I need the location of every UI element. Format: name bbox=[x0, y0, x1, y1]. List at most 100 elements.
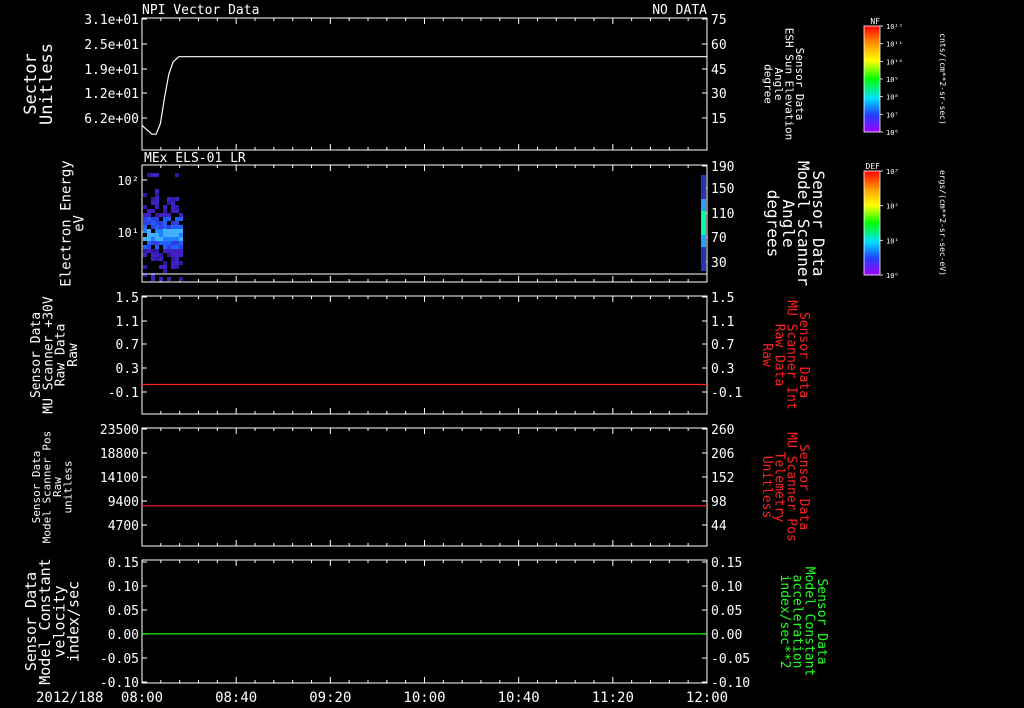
left-tick-label: 10¹ bbox=[117, 226, 139, 240]
left-tick-label: 0.10 bbox=[108, 580, 139, 595]
right-axis-label-line: degree bbox=[761, 64, 774, 104]
left-tick-label: 1.5 bbox=[116, 291, 139, 306]
heatmap-cell bbox=[155, 193, 159, 197]
heatmap-cell bbox=[179, 261, 183, 265]
heatmap-cell bbox=[155, 221, 159, 225]
heatmap-cell bbox=[701, 195, 706, 199]
heatmap-cell bbox=[163, 205, 167, 209]
heatmap-cell bbox=[179, 233, 183, 237]
heatmap-cell bbox=[155, 225, 159, 229]
right-axis-label-line: index/sec**2 bbox=[777, 575, 792, 669]
heatmap-cell bbox=[701, 183, 706, 187]
heatmap-cell bbox=[151, 257, 155, 261]
heatmap-cell bbox=[147, 229, 151, 233]
heatmap-cell bbox=[171, 245, 175, 249]
heatmap-cell bbox=[159, 213, 163, 217]
heatmap-cell bbox=[167, 201, 171, 205]
heatmap-cell bbox=[175, 241, 179, 245]
heatmap-cell bbox=[155, 229, 159, 233]
right-tick-label: 260 bbox=[711, 423, 734, 438]
right-tick-label: 1.1 bbox=[711, 315, 734, 330]
heatmap-cell bbox=[151, 233, 155, 237]
heatmap-cell bbox=[155, 241, 159, 245]
heatmap-cell bbox=[175, 237, 179, 241]
heatmap-cell bbox=[167, 245, 171, 249]
heatmap-cell bbox=[163, 217, 167, 221]
heatmap-cell bbox=[179, 249, 183, 253]
header-right-status: NO DATA bbox=[652, 3, 707, 18]
right-tick-label: 30 bbox=[711, 256, 727, 271]
panel-title: MEx ELS-01 LR bbox=[144, 151, 246, 166]
heatmap-cell bbox=[143, 225, 147, 229]
left-tick-label: 9400 bbox=[108, 495, 139, 510]
right-tick-label: 44 bbox=[711, 519, 727, 534]
right-tick-label: 0.15 bbox=[711, 556, 742, 571]
right-tick-label: -0.1 bbox=[711, 386, 742, 401]
heatmap-cell bbox=[143, 205, 147, 209]
heatmap-cell bbox=[701, 259, 706, 263]
heatmap-cell bbox=[151, 237, 155, 241]
colorbar-label: NF bbox=[870, 17, 880, 26]
heatmap-cell bbox=[175, 265, 179, 269]
heatmap-cell bbox=[701, 207, 706, 211]
heatmap-cell bbox=[701, 231, 706, 235]
heatmap-cell bbox=[701, 243, 706, 247]
heatmap-cell bbox=[701, 219, 706, 223]
right-axis-label-line: Unitless bbox=[759, 456, 774, 519]
colorbar-tick-label: 10³ bbox=[886, 168, 899, 176]
right-tick-label: 0.3 bbox=[711, 362, 734, 377]
colorbar-tick-label: 10⁷ bbox=[886, 111, 899, 119]
heatmap-cell bbox=[163, 213, 167, 217]
heatmap-cell bbox=[167, 225, 171, 229]
heatmap-cell bbox=[147, 237, 151, 241]
heatmap-cell bbox=[175, 225, 179, 229]
x-tick-label: 10:00 bbox=[403, 690, 445, 706]
heatmap-cell bbox=[143, 253, 147, 257]
heatmap-cell bbox=[701, 175, 706, 179]
right-tick-label: 45 bbox=[711, 63, 727, 78]
heatmap-cell bbox=[179, 245, 183, 249]
heatmap-cell bbox=[163, 249, 167, 253]
heatmap-cell bbox=[175, 233, 179, 237]
heatmap-cell bbox=[147, 173, 151, 177]
heatmap-cell bbox=[701, 187, 706, 191]
left-tick-label: 0.15 bbox=[108, 556, 139, 571]
heatmap-cell bbox=[179, 213, 183, 217]
heatmap-cell bbox=[171, 249, 175, 253]
heatmap-cell bbox=[151, 249, 155, 253]
heatmap-cell bbox=[175, 217, 179, 221]
right-tick-label: 1.5 bbox=[711, 291, 734, 306]
heatmap-cell bbox=[155, 205, 159, 209]
colorbar-tick-label: 10¹ bbox=[886, 237, 899, 245]
header-left-title: NPI Vector Data bbox=[142, 3, 259, 18]
left-axis-label-line: Raw bbox=[66, 343, 81, 367]
heatmap-cell bbox=[159, 229, 163, 233]
heatmap-cell bbox=[163, 265, 167, 269]
heatmap-cell bbox=[167, 197, 171, 201]
heatmap-cell bbox=[143, 237, 147, 241]
heatmap-cell bbox=[167, 249, 171, 253]
heatmap-cell bbox=[701, 179, 706, 183]
left-axis-label-line: index/sec bbox=[65, 581, 83, 662]
heatmap-cell bbox=[175, 253, 179, 257]
heatmap-cell bbox=[701, 191, 706, 195]
heatmap-cell bbox=[163, 261, 167, 265]
heatmap-cell bbox=[155, 217, 159, 221]
heatmap-cell bbox=[175, 205, 179, 209]
heatmap-cell bbox=[147, 221, 151, 225]
left-tick-label: 0.00 bbox=[108, 628, 139, 643]
heatmap-cell bbox=[179, 277, 183, 281]
heatmap-cell bbox=[167, 213, 171, 217]
heatmap-cell bbox=[147, 245, 151, 249]
left-tick-label: 1.2e+01 bbox=[84, 87, 139, 102]
heatmap-cell bbox=[701, 199, 706, 203]
heatmap-cell bbox=[171, 225, 175, 229]
left-axis-label-line: Unitless bbox=[37, 43, 57, 125]
heatmap-cell bbox=[151, 217, 155, 221]
heatmap-cell bbox=[151, 253, 155, 257]
left-tick-label: 18800 bbox=[100, 447, 139, 462]
right-tick-label: 0.05 bbox=[711, 604, 742, 619]
heatmap-cell bbox=[159, 265, 163, 269]
heatmap-cell bbox=[171, 261, 175, 265]
heatmap-cell bbox=[151, 225, 155, 229]
